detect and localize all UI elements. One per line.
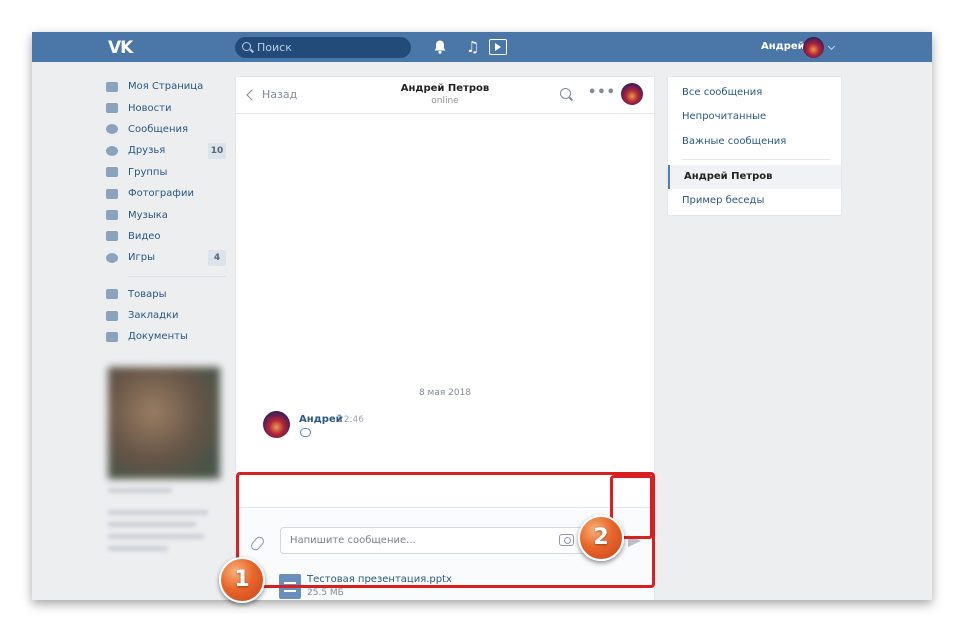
games-count-badge: 4 bbox=[208, 250, 226, 267]
gamepad-icon bbox=[106, 252, 118, 263]
friends-icon bbox=[106, 145, 118, 156]
sidebar-item-my-page[interactable]: Моя Страница bbox=[106, 76, 226, 97]
blurred-ad-text bbox=[108, 522, 196, 527]
sidebar-item-label: Друзья bbox=[128, 145, 166, 157]
groups-icon bbox=[106, 167, 118, 178]
sidebar-item-documents[interactable]: Документы bbox=[106, 326, 226, 347]
step-badge-1: 1 bbox=[219, 557, 265, 603]
camera-icon bbox=[106, 188, 118, 199]
sidebar-item-label: Товары bbox=[128, 288, 167, 300]
sidebar-item-label: Музыка bbox=[128, 209, 168, 221]
sidebar-item-label: Моя Страница bbox=[128, 81, 204, 93]
sidebar-item-label: Сообщения bbox=[128, 123, 189, 135]
sidebar-item-video[interactable]: Видео bbox=[106, 226, 226, 247]
sidebar-item-label: Видео bbox=[128, 230, 161, 242]
file-icon-line bbox=[284, 590, 296, 592]
sidebar-item-label: Документы bbox=[128, 331, 188, 343]
top-avatar[interactable] bbox=[803, 37, 824, 58]
message-time: 22:46 bbox=[338, 415, 364, 425]
bell-icon[interactable] bbox=[432, 39, 448, 55]
home-icon bbox=[106, 81, 118, 92]
video-icon bbox=[106, 231, 118, 242]
search-input[interactable]: Поиск bbox=[235, 37, 411, 58]
sidebar-item-music[interactable]: Музыка bbox=[106, 204, 226, 225]
message-author[interactable]: Андрей bbox=[299, 414, 343, 425]
blurred-ad-text bbox=[108, 510, 208, 515]
more-icon[interactable]: ••• bbox=[588, 85, 616, 100]
attachment-size: 25.5 МБ bbox=[307, 588, 344, 598]
document-icon bbox=[106, 331, 118, 342]
sidebar-item-messages[interactable]: Сообщения bbox=[106, 119, 226, 140]
panel-divider bbox=[682, 159, 830, 160]
music-icon bbox=[106, 210, 118, 221]
search-placeholder: Поиск bbox=[257, 41, 292, 54]
search-icon[interactable] bbox=[560, 88, 571, 99]
sidebar-item-label: Игры bbox=[128, 252, 155, 264]
filter-important[interactable]: Важные сообщения bbox=[682, 136, 786, 147]
sidebar-item-photos[interactable]: Фотографии bbox=[106, 183, 226, 204]
conversation-label: Андрей Петров bbox=[684, 171, 773, 182]
left-sidebar: Моя Страница Новости Сообщения Друзья 10… bbox=[106, 76, 226, 348]
music-icon[interactable]: ♫ bbox=[466, 39, 482, 55]
sidebar-item-groups[interactable]: Группы bbox=[106, 162, 226, 183]
blurred-ad-text bbox=[108, 534, 204, 539]
blurred-ad-text bbox=[108, 488, 172, 493]
messages-icon bbox=[106, 124, 118, 135]
search-icon bbox=[242, 42, 251, 51]
conversation-item-active[interactable]: Андрей Петров bbox=[668, 165, 841, 189]
top-bar: VK Поиск ♫ Андрей bbox=[32, 32, 932, 62]
video-play-icon[interactable] bbox=[489, 39, 507, 55]
sidebar-item-games[interactable]: Игры 4 bbox=[106, 247, 226, 268]
sidebar-item-news[interactable]: Новости bbox=[106, 97, 226, 118]
message-author-avatar[interactable] bbox=[263, 411, 290, 438]
filter-all-messages[interactable]: Все сообщения bbox=[682, 87, 762, 98]
blurred-ad-image bbox=[108, 367, 220, 479]
message-bubble-icon bbox=[300, 428, 311, 437]
bag-icon bbox=[106, 289, 118, 300]
conversation-item[interactable]: Пример беседы bbox=[682, 195, 764, 206]
messages-filter-panel: Все сообщения Непрочитанные Важные сообщ… bbox=[667, 76, 842, 216]
top-user-name[interactable]: Андрей bbox=[761, 41, 805, 52]
sidebar-item-label: Новости bbox=[128, 102, 172, 114]
contact-avatar[interactable] bbox=[621, 83, 643, 105]
step-badge-2: 2 bbox=[578, 515, 624, 561]
blurred-ad-text bbox=[108, 546, 168, 551]
sidebar-item-bookmarks[interactable]: Закладки bbox=[106, 305, 226, 326]
date-separator: 8 мая 2018 bbox=[418, 388, 472, 398]
sidebar-item-label: Группы bbox=[128, 166, 168, 178]
chat-header: Назад Андрей Петров online ••• bbox=[236, 77, 654, 114]
sidebar-item-friends[interactable]: Друзья 10 bbox=[106, 140, 226, 161]
news-icon bbox=[106, 103, 118, 114]
chevron-down-icon[interactable] bbox=[827, 42, 836, 51]
sidebar-item-label: Закладки bbox=[128, 310, 179, 322]
sidebar-item-label: Фотографии bbox=[128, 188, 194, 200]
friends-count-badge: 10 bbox=[208, 143, 226, 160]
sidebar-item-goods[interactable]: Товары bbox=[106, 284, 226, 305]
star-icon bbox=[106, 310, 118, 321]
filter-unread[interactable]: Непрочитанные bbox=[682, 111, 766, 122]
vk-logo[interactable]: VK bbox=[108, 38, 133, 58]
sidebar-divider bbox=[128, 275, 226, 277]
